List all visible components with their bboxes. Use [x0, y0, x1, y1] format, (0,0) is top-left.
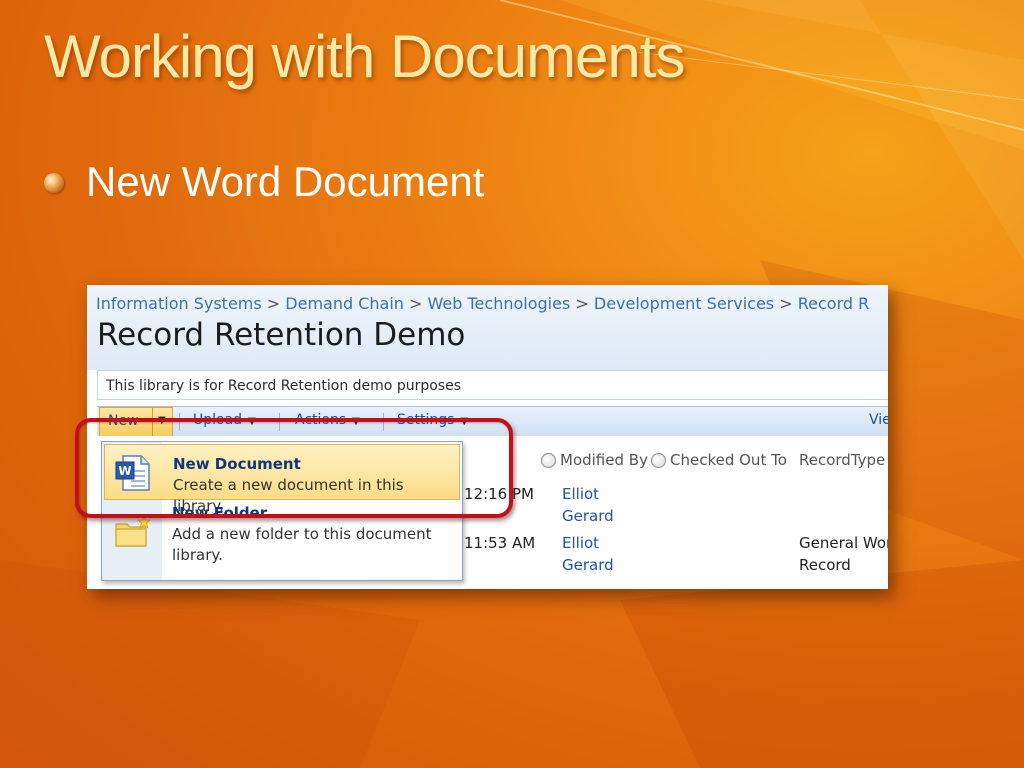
new-folder-icon — [115, 513, 152, 547]
breadcrumb-link[interactable]: Demand Chain — [285, 294, 404, 313]
column-label: RecordType — [799, 451, 886, 469]
column-label: Checked Out To — [670, 451, 787, 469]
breadcrumb-link[interactable]: Information Systems — [96, 294, 262, 313]
column-checked-out-to[interactable]: Checked Out To — [651, 451, 787, 469]
highlight-ring — [75, 418, 513, 518]
column-modified-by[interactable]: Modified By — [541, 451, 648, 469]
menu-item-description: Add a new folder to this document — [172, 525, 432, 543]
radio-icon — [541, 452, 556, 468]
breadcrumb: Information Systems > Demand Chain > Web… — [96, 294, 869, 313]
radio-icon — [651, 452, 666, 468]
breadcrumb-separator: > — [575, 294, 589, 313]
breadcrumb-current: Record R — [797, 294, 870, 313]
modified-by-user-link[interactable]: Gerard — [562, 555, 614, 576]
menu-item-description: library. — [172, 546, 223, 564]
record-type-value: Record — [799, 556, 851, 574]
bullet-icon — [44, 173, 64, 193]
view-label: Vie — [869, 412, 888, 428]
page-title: Record Retention Demo — [97, 317, 466, 353]
modified-by-user-link[interactable]: Gerard — [562, 506, 614, 527]
record-type-value: General Work — [799, 534, 888, 552]
view-menu-button[interactable]: Vie — [869, 412, 888, 428]
breadcrumb-separator: > — [409, 294, 423, 313]
breadcrumb-link[interactable]: Web Technologies — [428, 294, 571, 313]
modified-by-user-link[interactable]: Elliot — [562, 484, 599, 505]
modified-by-user-link[interactable]: Elliot — [562, 533, 599, 554]
breadcrumb-separator: > — [266, 294, 281, 313]
column-record-type[interactable]: RecordType — [799, 451, 885, 469]
breadcrumb-separator: > — [779, 294, 793, 313]
bullet-item: New Word Document — [44, 158, 484, 206]
page-header: Information Systems > Demand Chain > Web… — [87, 285, 888, 370]
column-label: Modified By — [560, 451, 648, 469]
modified-time: 11:53 AM — [464, 534, 536, 552]
slide-title: Working with Documents — [44, 23, 685, 90]
bullet-text: New Word Document — [86, 158, 485, 205]
library-description: This library is for Record Retention dem… — [97, 370, 888, 400]
breadcrumb-link[interactable]: Development Services — [594, 294, 774, 313]
